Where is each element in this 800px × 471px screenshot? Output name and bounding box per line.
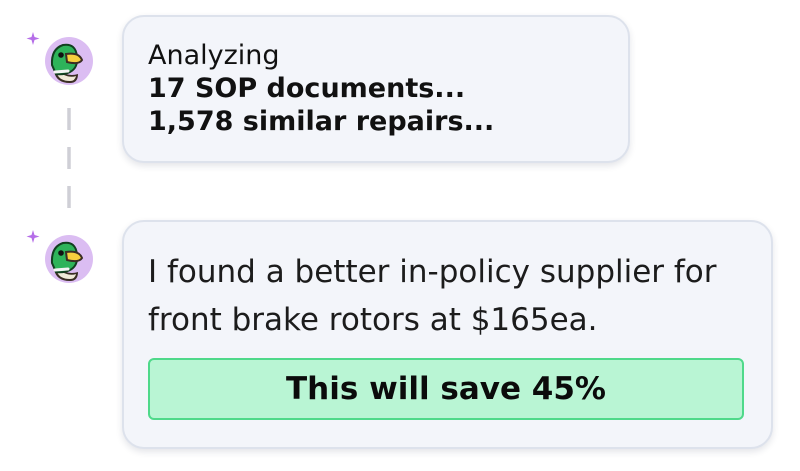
chat-thread: Analyzing 17 SOP documents... 1,578 simi… (0, 0, 800, 471)
duck-icon (45, 235, 93, 283)
sparkle-icon (26, 230, 40, 243)
sparkle-icon (26, 32, 40, 45)
duck-icon (45, 37, 93, 85)
result-message: I found a better in-policy supplier for … (148, 254, 717, 338)
result-bubble: I found a better in-policy supplier for … (122, 220, 773, 449)
assistant-avatar (24, 225, 96, 297)
repairs-count: 1,578 similar repairs... (148, 106, 495, 137)
savings-banner: This will save 45% (148, 358, 744, 420)
analyzing-status: Analyzing (148, 40, 280, 71)
analysis-bubble: Analyzing 17 SOP documents... 1,578 simi… (122, 15, 630, 163)
documents-count: 17 SOP documents... (148, 73, 466, 104)
assistant-avatar (24, 27, 96, 99)
thread-connector (67, 108, 71, 214)
